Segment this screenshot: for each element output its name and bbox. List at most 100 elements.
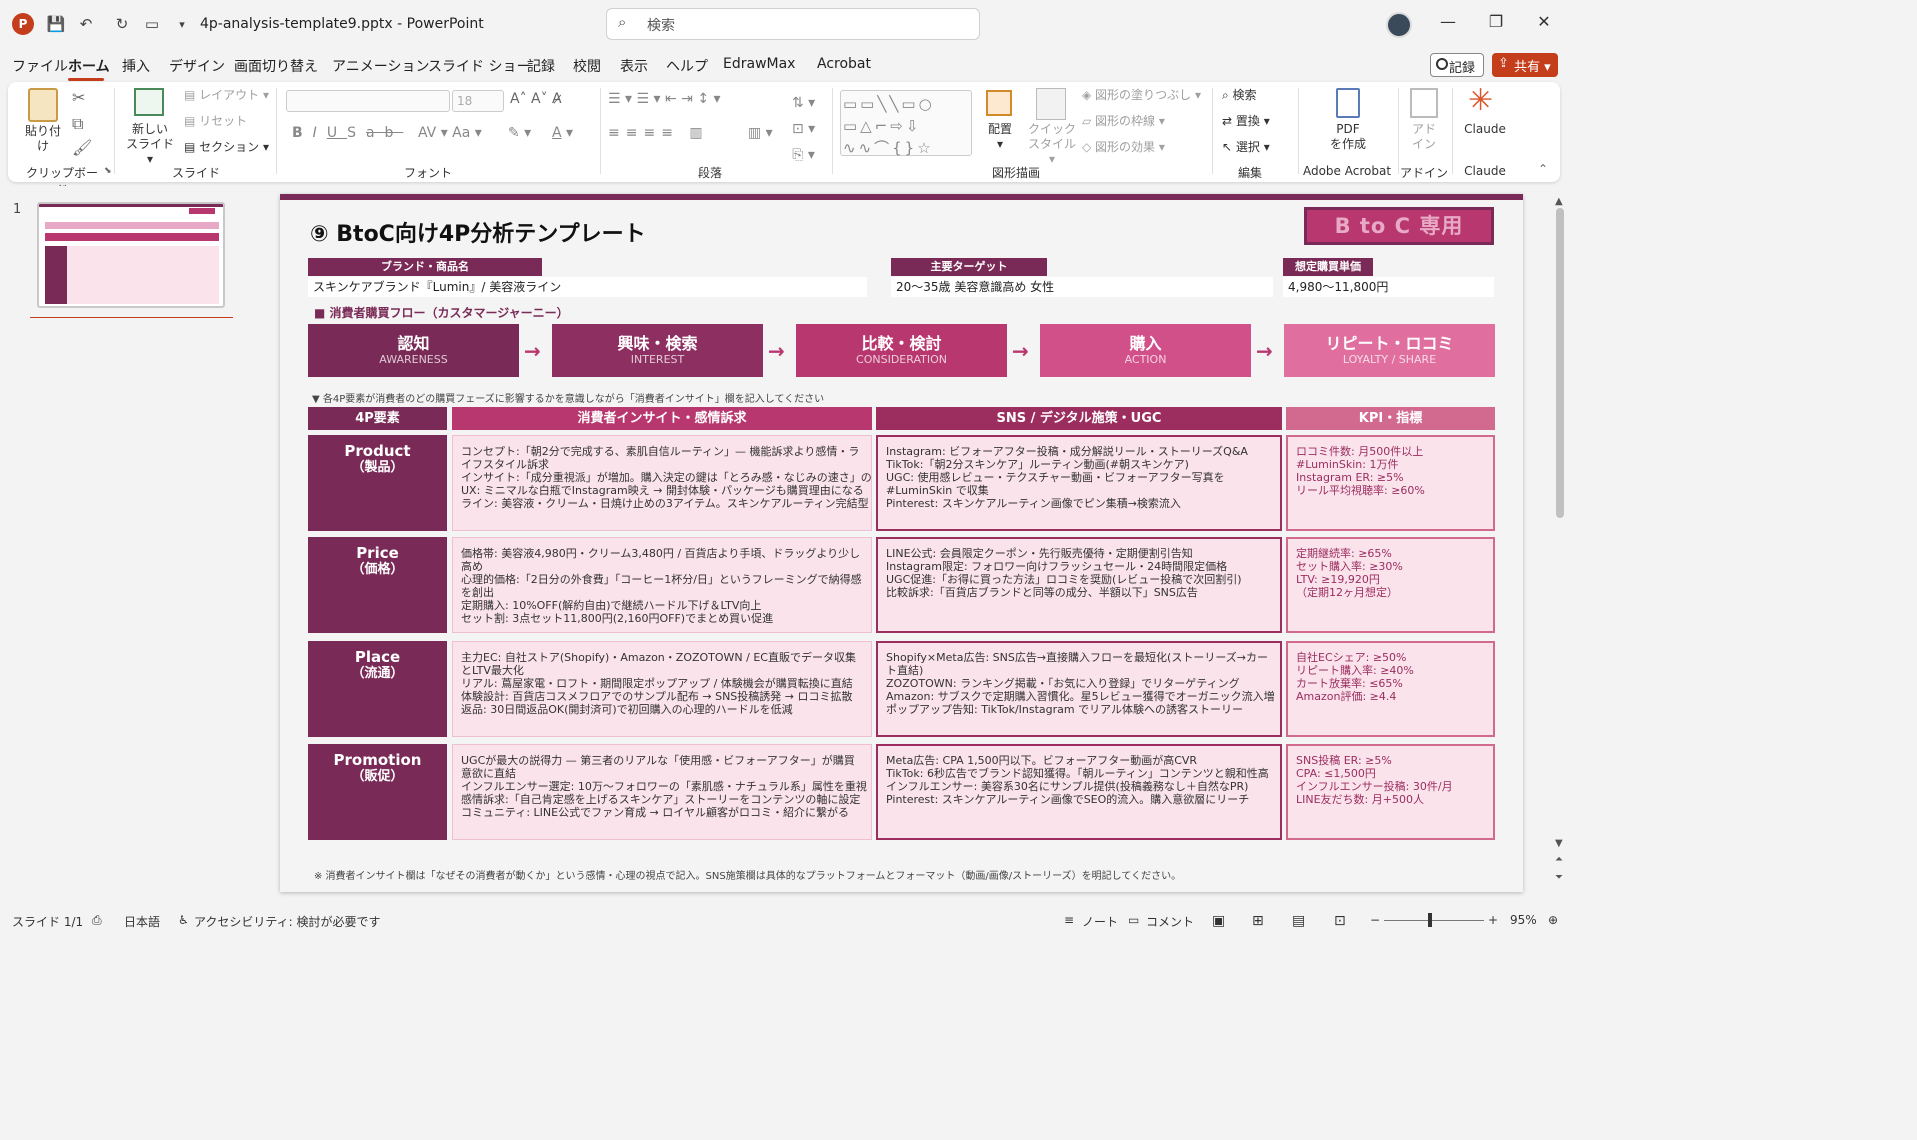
language-indicator[interactable]: 日本語 xyxy=(124,913,160,930)
slide-thumbnail[interactable] xyxy=(37,202,225,308)
tab-record[interactable]: 記録 xyxy=(527,56,555,76)
zoom-out-icon[interactable]: − xyxy=(1370,913,1380,927)
scroll-down-icon[interactable]: ▼ xyxy=(1555,838,1563,849)
font-grow-shrink-icons[interactable]: A˄ A˅ A̷ xyxy=(510,92,562,107)
tab-transitions[interactable]: 画面切り替え xyxy=(234,56,318,76)
notes-icon[interactable]: ≡ xyxy=(1064,913,1074,927)
paste-button[interactable]: 貼り付け xyxy=(20,124,66,154)
journey-stage: 比較・検討 CONSIDERATION xyxy=(796,324,1007,377)
zoom-in-icon[interactable]: + xyxy=(1488,913,1498,927)
tab-acrobat[interactable]: Acrobat xyxy=(817,56,871,72)
avatar[interactable] xyxy=(1386,12,1412,38)
slide-sorter-icon[interactable]: ⊞ xyxy=(1252,913,1264,929)
tab-file[interactable]: ファイル xyxy=(12,56,68,76)
scrollbar-thumb[interactable] xyxy=(1556,208,1564,518)
normal-view-icon[interactable]: ▣ xyxy=(1212,913,1225,929)
shape-fill-button[interactable]: ◈ 図形の塗りつぶし ▾ xyxy=(1082,88,1201,103)
close-icon[interactable]: ✕ xyxy=(1532,12,1556,36)
new-slide-button[interactable]: 新しい スライド ▾ xyxy=(126,122,174,167)
arrange-icon[interactable] xyxy=(986,90,1012,116)
shapes-gallery[interactable]: ▭▭╲╲▭○ ▭△⌐⇨⇩ ∿∿⌒{}☆ xyxy=(840,90,972,157)
redo-icon[interactable]: ↻ xyxy=(112,14,132,34)
tab-view[interactable]: 表示 xyxy=(620,56,648,76)
quick-style-icon[interactable] xyxy=(1036,88,1066,120)
save-icon[interactable]: 💾 xyxy=(46,14,66,34)
slide-counter: スライド 1/1 xyxy=(12,915,84,929)
comments-icon[interactable]: ▭ xyxy=(1128,913,1139,927)
accessibility-status[interactable]: アクセシビリティ: 検討が必要です xyxy=(194,913,381,930)
align-icons[interactable]: ≡≡≡≡ ▥ xyxy=(608,126,709,141)
tab-help[interactable]: ヘルプ xyxy=(666,56,708,76)
slide-canvas[interactable]: ⑨ BtoC向け4P分析テンプレート B to C 専用 ブランド・商品名 スキ… xyxy=(280,194,1523,892)
reading-view-icon[interactable]: ▤ xyxy=(1292,913,1305,929)
slide-title: ⑨ BtoC向け4P分析テンプレート xyxy=(310,222,646,247)
shape-effect-button[interactable]: ◇ 図形の効果 ▾ xyxy=(1082,140,1165,155)
journey-stage: 認知 AWARENESS xyxy=(308,324,519,377)
cut-icon[interactable]: ✂ xyxy=(72,88,85,107)
font-format-icons[interactable]: BIUSab xyxy=(292,126,403,141)
highlight-color-icon[interactable]: ✎ ▾ xyxy=(508,126,531,141)
fit-slide-icon[interactable]: ⊕ xyxy=(1548,913,1558,927)
spellcheck-icon[interactable]: ⎙ xyxy=(92,913,102,928)
copy-icon[interactable]: ⧉ xyxy=(72,114,83,134)
new-slide-icon[interactable] xyxy=(134,88,164,116)
list-icons[interactable]: ☰ ▾ ☰ ▾ ⇤ ⇥ ↕ ▾ xyxy=(608,92,721,107)
font-color-icon[interactable]: A ▾ xyxy=(552,126,573,141)
claude-icon[interactable]: ✳ xyxy=(1468,86,1493,116)
zoom-slider[interactable] xyxy=(1384,920,1484,921)
tab-insert[interactable]: 挿入 xyxy=(122,56,150,76)
tab-edrawmax[interactable]: EdrawMax xyxy=(723,56,795,72)
font-family-select[interactable] xyxy=(286,90,450,112)
customize-toolbar-icon[interactable]: ▾ xyxy=(172,14,192,34)
section-button[interactable]: ▤ セクション ▾ xyxy=(184,140,269,155)
columns-icon[interactable]: ▥ ▾ xyxy=(748,126,773,141)
find-button[interactable]: ⌕ 検索 xyxy=(1222,88,1257,103)
zoom-slider-thumb[interactable] xyxy=(1428,913,1432,927)
font-size-select[interactable]: 18 xyxy=(452,90,504,112)
scroll-up-icon[interactable]: ▲ xyxy=(1555,196,1563,207)
undo-icon[interactable]: ↶ xyxy=(76,14,96,34)
quick-style-button[interactable]: クイック スタイル ▾ xyxy=(1026,122,1078,167)
minimize-icon[interactable]: — xyxy=(1436,12,1460,36)
addin-button[interactable]: アド イン xyxy=(1404,122,1444,152)
replace-button[interactable]: ⇄ 置換 ▾ xyxy=(1222,114,1270,129)
collapse-ribbon-icon[interactable]: ⌃ xyxy=(1538,162,1548,176)
claude-button[interactable]: Claude xyxy=(1458,122,1512,137)
format-painter-icon[interactable]: 🖌 xyxy=(72,138,92,157)
tab-animations[interactable]: アニメーション xyxy=(332,56,429,76)
powerpoint-logo-icon: P xyxy=(12,13,34,35)
tab-review[interactable]: 校閲 xyxy=(573,56,601,76)
notes-button[interactable]: ノート xyxy=(1082,913,1118,930)
group-font: フォント xyxy=(403,166,452,180)
search-input[interactable]: 検索 xyxy=(606,8,980,40)
shape-outline-button[interactable]: ▱ 図形の枠線 ▾ xyxy=(1082,114,1165,129)
insight-cell: UGCが最大の説得力 — 第三者のリアルな「使用感・ビフォーアフター」が購買意欲… xyxy=(452,744,872,840)
maximize-icon[interactable]: ❐ xyxy=(1484,12,1508,36)
tab-home[interactable]: ホーム xyxy=(68,56,110,76)
thumbnail-number: 1 xyxy=(13,202,22,217)
slideshow-icon[interactable]: ⊡ xyxy=(1334,913,1346,929)
pdf-icon[interactable] xyxy=(1336,88,1360,118)
create-pdf-button[interactable]: PDF を作成 xyxy=(1324,122,1372,152)
reset-button[interactable]: ▤ リセット xyxy=(184,114,247,129)
comments-button[interactable]: コメント xyxy=(1146,913,1194,930)
text-direction-icons[interactable]: ⇅ ▾ ⊡ ▾ ⎘ ▾ xyxy=(792,90,815,168)
share-icon: ⇪ xyxy=(1498,56,1509,71)
arrange-button[interactable]: 配置 ▾ xyxy=(982,122,1018,152)
zoom-level[interactable]: 95% xyxy=(1510,913,1537,927)
next-slide-icon[interactable]: ⏷ xyxy=(1555,872,1563,883)
tab-slideshow[interactable]: スライド ショー xyxy=(428,56,530,76)
char-spacing-icon[interactable]: AV ▾ Aa ▾ xyxy=(418,126,482,141)
paste-icon[interactable] xyxy=(28,88,58,122)
tab-design[interactable]: デザイン xyxy=(169,56,225,76)
select-button[interactable]: ↖ 選択 ▾ xyxy=(1222,140,1270,155)
prev-slide-icon[interactable]: ⏶ xyxy=(1555,854,1563,865)
clipboard-launcher-icon[interactable]: ⬊ xyxy=(104,166,112,176)
kpi-cell: SNS投稿 ER: ≥5% CPA: ≤1,500円 インフルエンサー投稿: 30件… xyxy=(1286,744,1495,840)
kpi-cell: ロコミ件数: 月500件以上 #LuminSkin: 1万件 Instagram E… xyxy=(1286,435,1495,531)
kpi-cell: 定期継続率: ≥65% セット購入率: ≥30% LTV: ≥19,920円 （定期1… xyxy=(1286,537,1495,633)
present-icon[interactable]: ▭ xyxy=(142,14,162,34)
addin-icon[interactable] xyxy=(1410,88,1438,118)
accessibility-icon[interactable]: ♿ xyxy=(178,913,189,927)
layout-button[interactable]: ▤ レイアウト ▾ xyxy=(184,88,269,103)
